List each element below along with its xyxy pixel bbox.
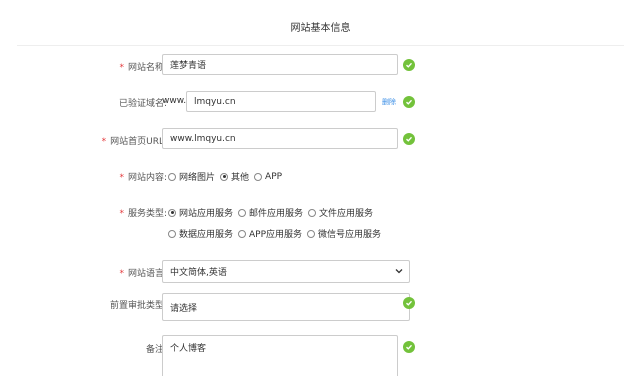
site-content-label: * 网站内容: xyxy=(119,173,167,183)
site-name-label: * 网站名称: xyxy=(119,63,167,73)
pre-approval-type-select[interactable]: 请选择 xyxy=(162,293,410,321)
service-type-row-2: 数据应用服务 APP应用服务 微信号应用服务 xyxy=(168,227,386,240)
site-name-valid-check-icon xyxy=(403,59,415,71)
domain-prefix: www. xyxy=(162,96,187,106)
radio-dot xyxy=(238,229,247,238)
radio-file-service[interactable]: 文件应用服务 xyxy=(308,206,373,219)
site-basic-info-page: 网站基本信息 * 网站名称: 莲梦青语 已验证域名: www. lmqyu.cn … xyxy=(0,0,641,376)
radio-app[interactable]: APP xyxy=(254,172,282,182)
verified-domain-check-icon xyxy=(403,96,415,108)
verified-domain-input[interactable]: lmqyu.cn xyxy=(186,91,376,112)
radio-dot xyxy=(254,172,263,181)
delete-domain-link[interactable]: 删除 xyxy=(382,97,396,107)
radio-dot xyxy=(308,208,317,217)
pre-approval-type-label: 前置审批类型: xyxy=(109,301,167,311)
service-type-label: * 服务类型: xyxy=(119,209,167,219)
site-content-radio-group: 网络图片 其他 APP xyxy=(168,170,287,183)
homepage-url-check-icon xyxy=(403,133,415,145)
radio-dot xyxy=(168,229,176,238)
chevron-down-icon xyxy=(395,267,403,277)
site-name-input[interactable]: 莲梦青语 xyxy=(162,54,398,75)
radio-dot xyxy=(238,208,247,217)
radio-web-images[interactable]: 网络图片 xyxy=(168,170,215,183)
radio-dot-selected xyxy=(168,208,176,217)
radio-dot xyxy=(168,172,176,181)
verified-domain-label: 已验证域名: xyxy=(118,99,167,109)
service-type-row-1: 网站应用服务 邮件应用服务 文件应用服务 xyxy=(168,206,378,219)
pre-approval-check-icon xyxy=(403,297,415,309)
radio-mail-service[interactable]: 邮件应用服务 xyxy=(238,206,303,219)
homepage-url-input[interactable]: www.lmqyu.cn xyxy=(162,128,398,149)
radio-app-service[interactable]: APP应用服务 xyxy=(238,227,302,240)
page-title: 网站基本信息 xyxy=(290,23,351,34)
radio-data-service[interactable]: 数据应用服务 xyxy=(168,227,233,240)
remarks-check-icon xyxy=(403,341,415,353)
homepage-url-label: * 网站首页URL: xyxy=(101,137,167,147)
site-language-label: * 网站语言: xyxy=(119,269,167,279)
remarks-textarea[interactable]: 个人博客 xyxy=(162,335,398,376)
required-mark: * xyxy=(119,63,124,73)
site-language-select[interactable]: 中文简体,英语 xyxy=(162,260,410,283)
radio-other[interactable]: 其他 xyxy=(220,170,249,183)
radio-dot xyxy=(307,229,316,238)
radio-website-service[interactable]: 网站应用服务 xyxy=(168,206,233,219)
title-divider xyxy=(17,45,624,46)
radio-wechat-service[interactable]: 微信号应用服务 xyxy=(307,227,381,240)
radio-dot-selected xyxy=(220,172,229,181)
